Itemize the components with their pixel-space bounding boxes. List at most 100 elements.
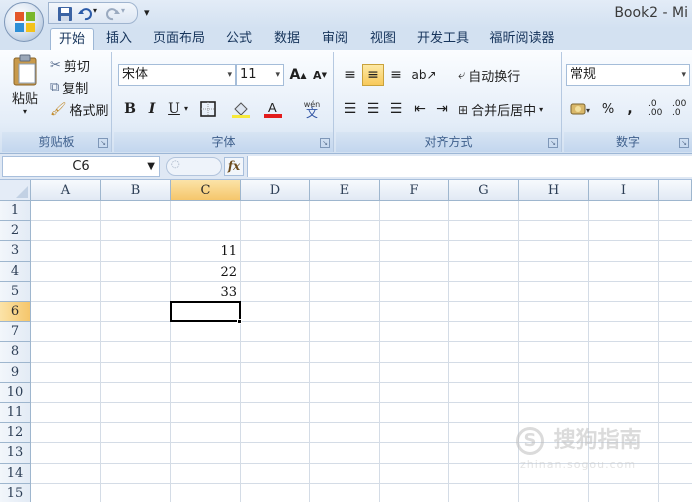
align-center-button[interactable]: ☰ <box>362 98 384 120</box>
number-launcher-icon[interactable]: ↘ <box>679 138 689 148</box>
cut-button[interactable]: ✂ 剪切 <box>50 56 90 75</box>
row-header-15[interactable]: 15 <box>0 483 31 502</box>
row-header-12[interactable]: 12 <box>0 423 31 444</box>
row-header-11[interactable]: 11 <box>0 403 31 424</box>
clipboard-launcher-icon[interactable]: ↘ <box>98 138 108 148</box>
undo-icon[interactable] <box>77 6 93 22</box>
select-all-button[interactable] <box>0 180 31 201</box>
column-header-g[interactable]: G <box>449 180 519 201</box>
align-bottom-button[interactable]: ≡ <box>386 64 406 86</box>
gridline-vertical <box>518 201 519 502</box>
shrink-font-button[interactable]: A ▼ <box>310 64 330 86</box>
comma-style-button[interactable]: , <box>620 98 640 120</box>
row-header-14[interactable]: 14 <box>0 463 31 484</box>
paintbrush-icon: 🖌 <box>50 102 67 117</box>
gridline-vertical <box>100 201 101 502</box>
percent-style-button[interactable]: % <box>598 98 618 120</box>
decrease-decimal-button[interactable]: .00 .0 <box>670 98 692 120</box>
row-header-3[interactable]: 3 <box>0 241 31 262</box>
accounting-format-button[interactable]: ▾ <box>566 98 596 120</box>
font-name-select[interactable]: 宋体 ▾ <box>118 64 236 86</box>
tab-view[interactable]: 视图 <box>362 28 404 50</box>
column-header-e[interactable]: E <box>310 180 380 201</box>
row-header-6[interactable]: 6 <box>0 302 31 323</box>
font-launcher-icon[interactable]: ↘ <box>320 138 330 148</box>
cell-c3[interactable]: 11 <box>171 241 241 261</box>
italic-button[interactable]: I <box>142 98 162 120</box>
grow-font-button[interactable]: A ▲ <box>288 64 308 86</box>
office-button[interactable] <box>4 2 44 42</box>
bold-button[interactable]: B <box>120 98 140 120</box>
row-header-9[interactable]: 9 <box>0 362 31 383</box>
tab-formulas[interactable]: 公式 <box>218 28 260 50</box>
column-header-i[interactable]: I <box>589 180 659 201</box>
column-header-h[interactable]: H <box>519 180 589 201</box>
undo-dropdown-icon[interactable]: ▾ <box>93 6 97 15</box>
formula-input[interactable] <box>247 156 692 177</box>
gridline-horizontal <box>31 482 692 484</box>
redo-icon[interactable] <box>105 6 121 22</box>
tab-insert[interactable]: 插入 <box>98 28 140 50</box>
border-icon <box>200 101 216 117</box>
copy-icon: ⧉ <box>50 80 60 95</box>
tab-page-layout[interactable]: 页面布局 <box>146 28 212 50</box>
row-header-7[interactable]: 7 <box>0 322 31 343</box>
align-middle-button[interactable]: ≡ <box>362 64 384 86</box>
underline-dropdown-icon[interactable]: ▾ <box>184 104 188 113</box>
row-header-5[interactable]: 5 <box>0 281 31 302</box>
merge-center-button[interactable]: ⊞ 合并后居中 ▾ <box>458 100 543 120</box>
save-icon[interactable] <box>57 6 73 22</box>
gridline-vertical <box>588 201 589 502</box>
fill-handle[interactable] <box>237 319 242 325</box>
row-header-2[interactable]: 2 <box>0 221 31 242</box>
expand-circle-icon[interactable]: ◌ <box>171 159 180 170</box>
column-header-f[interactable]: F <box>380 180 449 201</box>
redo-dropdown-icon[interactable]: ▾ <box>121 6 125 15</box>
office-logo-icon <box>15 12 35 32</box>
column-header-partial[interactable] <box>659 180 692 201</box>
chevron-down-icon[interactable]: ▼ <box>147 157 155 176</box>
paste-button[interactable]: 粘贴 ▾ <box>8 54 42 116</box>
row-header-13[interactable]: 13 <box>0 443 31 464</box>
fill-color-button[interactable] <box>228 98 256 120</box>
copy-button[interactable]: ⧉ 复制 <box>50 78 88 97</box>
tab-foxit-reader[interactable]: 福昕阅读器 <box>482 28 562 50</box>
gridline-horizontal <box>31 240 692 242</box>
align-right-button[interactable]: ☰ <box>386 98 406 120</box>
active-cell-selection[interactable] <box>170 301 241 323</box>
number-format-select[interactable]: 常规 ▾ <box>566 64 690 86</box>
column-header-b[interactable]: B <box>101 180 171 201</box>
font-color-button[interactable]: A <box>260 98 288 120</box>
paste-dropdown-icon[interactable]: ▾ <box>23 107 27 116</box>
customize-qat-icon[interactable]: ▾ <box>144 6 150 19</box>
gridline-horizontal <box>31 321 692 323</box>
font-size-select[interactable]: 11 ▾ <box>236 64 284 86</box>
format-painter-button[interactable]: 🖌 格式刷 <box>50 100 109 119</box>
row-header-1[interactable]: 1 <box>0 201 31 222</box>
tab-review[interactable]: 审阅 <box>314 28 356 50</box>
orientation-button[interactable]: ab↗ <box>410 64 438 86</box>
phonetic-guide-button[interactable]: wén 文 <box>296 98 328 120</box>
row-header-10[interactable]: 10 <box>0 382 31 403</box>
tab-data[interactable]: 数据 <box>266 28 308 50</box>
alignment-launcher-icon[interactable]: ↘ <box>548 138 558 148</box>
cell-c4[interactable]: 22 <box>171 262 241 282</box>
align-left-button[interactable]: ☰ <box>340 98 360 120</box>
align-top-button[interactable]: ≡ <box>340 64 360 86</box>
wrap-text-button[interactable]: ⤶ 自动换行 <box>458 66 520 85</box>
column-header-c[interactable]: C <box>171 180 241 201</box>
column-header-d[interactable]: D <box>241 180 310 201</box>
tab-home[interactable]: 开始 <box>50 28 94 50</box>
row-header-4[interactable]: 4 <box>0 261 31 282</box>
name-box[interactable]: C6 ▼ <box>2 156 160 177</box>
insert-function-button[interactable]: fx <box>224 157 244 176</box>
underline-button[interactable]: U <box>164 98 184 120</box>
row-header-8[interactable]: 8 <box>0 342 31 363</box>
increase-indent-button[interactable]: ⇥ <box>432 98 452 120</box>
tab-developer[interactable]: 开发工具 <box>410 28 476 50</box>
cell-c5[interactable]: 33 <box>171 282 241 302</box>
increase-decimal-button[interactable]: .0 .00 <box>646 98 668 120</box>
borders-button[interactable] <box>196 98 220 120</box>
decrease-indent-button[interactable]: ⇤ <box>410 98 430 120</box>
column-header-a[interactable]: A <box>31 180 101 201</box>
